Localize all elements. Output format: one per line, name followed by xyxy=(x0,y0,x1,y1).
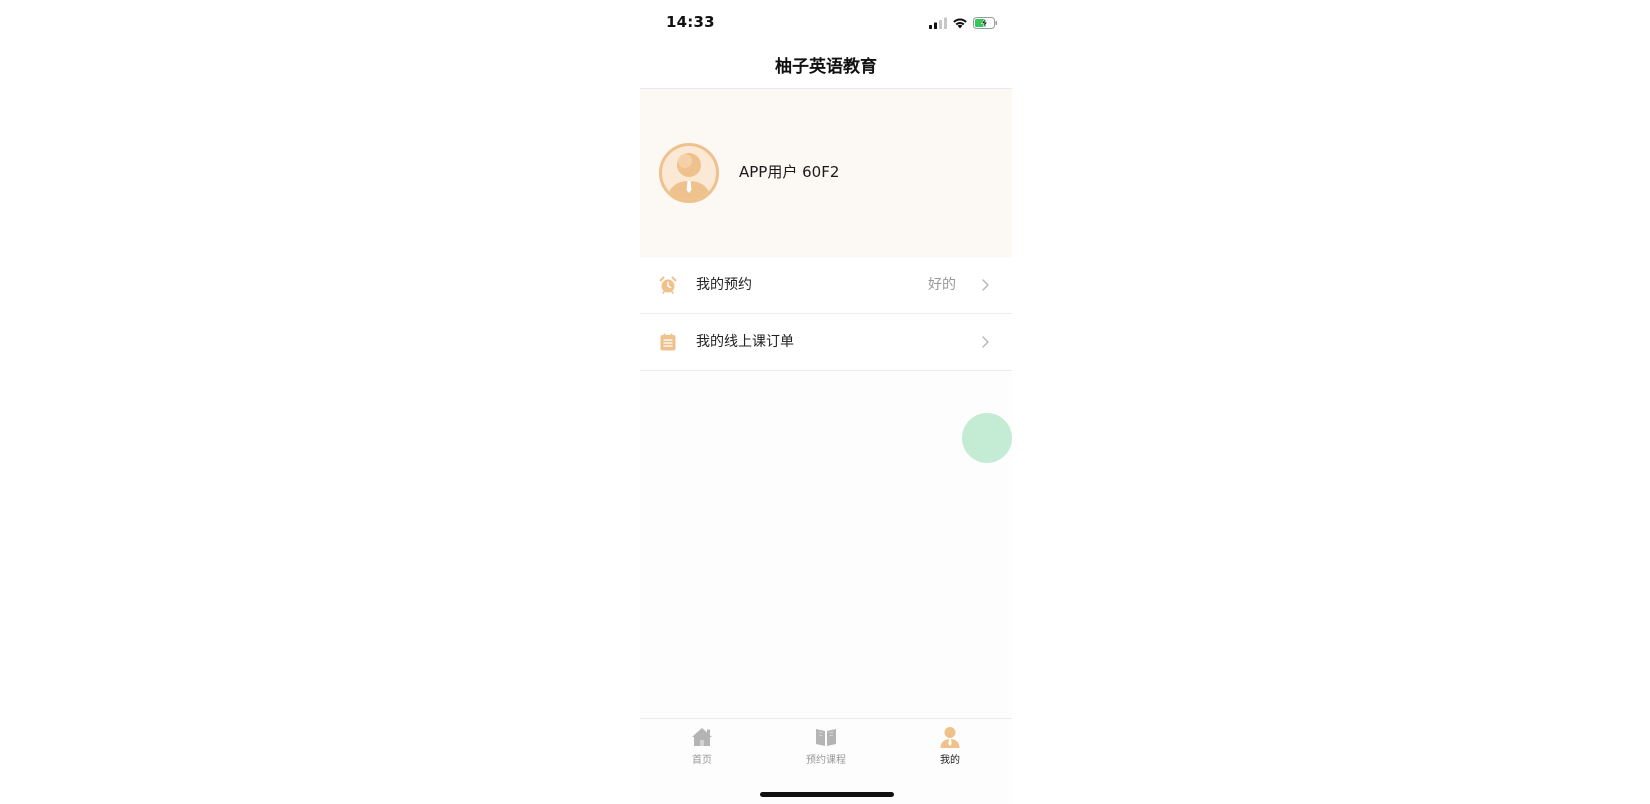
phone-screen: 14:33 柚子英语教育 APP用户 60F2 我的预约 好的 我的线上课订单 … xyxy=(640,0,1012,804)
tab-label: 我的 xyxy=(940,755,960,766)
tab-book-course[interactable]: 预约课程 xyxy=(764,725,888,771)
status-bar: 14:33 xyxy=(640,0,1012,46)
home-indicator[interactable] xyxy=(760,792,894,797)
nav-bar: 柚子英语教育 xyxy=(640,46,1012,89)
alarm-clock-icon xyxy=(659,276,677,294)
status-time: 14:33 xyxy=(666,13,715,31)
menu-item-my-appointments[interactable]: 我的预约 好的 xyxy=(640,257,1012,314)
page-title: 柚子英语教育 xyxy=(775,57,877,77)
tab-home[interactable]: 首页 xyxy=(640,725,764,771)
signal-icon xyxy=(929,17,947,29)
tab-mine[interactable]: 我的 xyxy=(888,725,1012,771)
menu-list: 我的预约 好的 我的线上课订单 xyxy=(640,257,1012,371)
home-icon xyxy=(692,728,712,746)
menu-item-label: 我的线上课订单 xyxy=(696,334,794,350)
profile-card[interactable]: APP用户 60F2 xyxy=(640,89,1012,257)
book-icon xyxy=(816,729,836,746)
chevron-right-icon xyxy=(982,279,989,291)
tab-label: 预约课程 xyxy=(806,755,846,766)
tab-label: 首页 xyxy=(692,755,712,766)
clipboard-icon xyxy=(660,333,676,351)
user-icon xyxy=(940,727,960,748)
chevron-right-icon xyxy=(982,336,989,348)
username: APP用户 60F2 xyxy=(739,163,840,181)
menu-item-value: 好的 xyxy=(928,277,956,293)
battery-charging-icon xyxy=(973,17,998,29)
menu-item-online-orders[interactable]: 我的线上课订单 xyxy=(640,314,1012,371)
menu-item-label: 我的预约 xyxy=(696,277,752,293)
wifi-icon xyxy=(953,18,967,29)
user-avatar-icon[interactable] xyxy=(659,143,719,203)
status-icons xyxy=(929,15,998,31)
floating-button[interactable] xyxy=(962,413,1012,463)
